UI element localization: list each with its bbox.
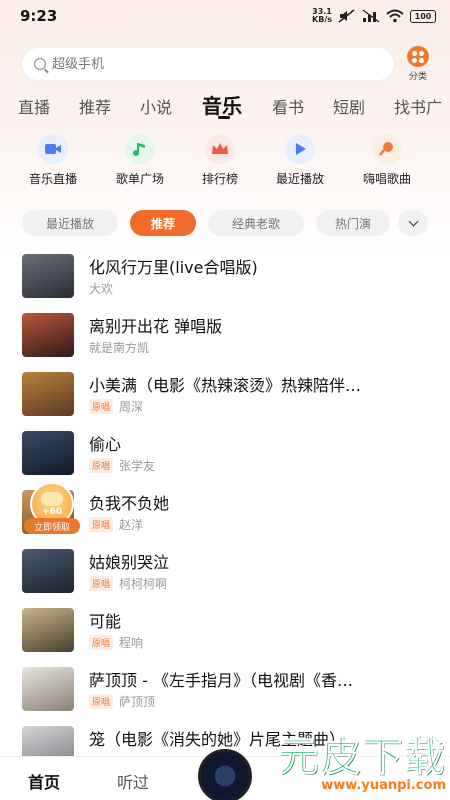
play-icon	[285, 134, 315, 164]
tab-read[interactable]: 看书	[272, 94, 304, 118]
chip-classic-oldies[interactable]: 经典老歌	[208, 210, 304, 236]
search-box[interactable]	[22, 48, 394, 80]
original-badge: 原唱	[89, 458, 114, 473]
watermark-url: www.yuanpi.com	[321, 778, 446, 793]
filter-chips: 最近播放 推荐 经典老歌 热门演	[0, 210, 450, 238]
tab-music[interactable]: 音乐	[202, 90, 242, 119]
original-badge: 原唱	[89, 635, 114, 650]
song-artist: 程响	[119, 636, 144, 650]
song-artist: 赵洋	[119, 518, 144, 532]
music-note-icon	[125, 134, 155, 164]
song-artist: 就是南方凯	[89, 341, 150, 355]
status-indicators: 33.1 KB/s 100	[312, 8, 436, 24]
battery-icon: 100	[410, 9, 436, 23]
song-cover	[22, 372, 74, 416]
coin-reward-widget[interactable]: +60 立即领取	[24, 482, 82, 536]
chip-hot-performance[interactable]: 热门演	[316, 210, 390, 236]
song-cover	[22, 313, 74, 357]
quick-sing-songs[interactable]: 嗨唱歌曲	[342, 134, 432, 187]
song-row[interactable]: 化风行万里(live合唱版) 大欢	[0, 252, 450, 302]
quick-recent-play[interactable]: 最近播放	[255, 134, 345, 187]
quick-entries: 音乐直播 歌单广场 排行榜 最近播放 嗨唱歌曲	[0, 134, 450, 190]
original-badge: 原唱	[89, 399, 114, 414]
wifi-icon	[386, 9, 404, 23]
category-label: 分类	[408, 72, 427, 82]
song-row[interactable]: 小美满（电影《热辣滚烫》热辣陪伴… 原唱 周深	[0, 370, 450, 420]
signal-icon	[362, 9, 380, 23]
original-badge: 原唱	[89, 694, 114, 709]
song-cover	[22, 667, 74, 711]
song-title: 偷心	[89, 435, 122, 454]
claim-now-button[interactable]: 立即领取	[24, 518, 80, 534]
song-artist: 张学友	[119, 459, 156, 473]
category-button[interactable]: 分类	[403, 46, 433, 82]
song-artist: 周深	[119, 400, 144, 414]
quick-music-live[interactable]: 音乐直播	[8, 134, 98, 187]
quick-playlist-square[interactable]: 歌单广场	[95, 134, 185, 187]
tab-novel[interactable]: 小说	[140, 94, 172, 118]
original-badge: 原唱	[89, 517, 114, 532]
tab-short-drama[interactable]: 短剧	[333, 94, 365, 118]
search-row: 分类	[0, 46, 450, 82]
tab-find-book[interactable]: 找书广	[394, 94, 442, 118]
song-title: 负我不负她	[89, 494, 170, 513]
microphone-icon	[372, 134, 402, 164]
chip-recent-play[interactable]: 最近播放	[22, 210, 118, 236]
song-artist: 大欢	[89, 282, 114, 296]
nav-home[interactable]: 首页	[28, 769, 60, 793]
song-artist: 柯柯柯啊	[119, 577, 168, 591]
song-title: 可能	[89, 612, 122, 631]
status-bar: 9:23 33.1 KB/s 100	[0, 0, 450, 32]
song-row[interactable]: 离别开出花 弹唱版 就是南方凯	[0, 311, 450, 361]
song-title: 离别开出花 弹唱版	[89, 317, 223, 336]
song-row[interactable]: 萨顶顶 - 《左手指月》（电视剧《香… 原唱 萨顶顶	[0, 665, 450, 715]
network-speed: 33.1 KB/s	[312, 7, 332, 24]
active-tab-indicator	[218, 116, 230, 119]
coin-amount: +60	[41, 506, 63, 517]
song-row[interactable]: 偷心 原唱 张学友	[0, 429, 450, 479]
song-title: 小美满（电影《热辣滚烫》热辣陪伴…	[89, 376, 362, 395]
song-title: 萨顶顶 - 《左手指月》（电视剧《香…	[89, 671, 353, 690]
song-cover	[22, 608, 74, 652]
watermark-logo: 元皮下载 www.yuanpi.com	[266, 724, 447, 796]
status-time: 9:23	[20, 7, 58, 25]
quick-charts[interactable]: 排行榜	[175, 134, 265, 187]
watermark-text: 元皮下载	[278, 734, 446, 781]
search-input[interactable]	[52, 56, 352, 72]
song-cover	[22, 254, 74, 298]
song-cover	[22, 431, 74, 475]
song-row[interactable]: 可能 原唱 程响	[0, 606, 450, 656]
search-icon	[34, 58, 46, 70]
top-tabs: 直播 推荐 小说 音乐 看书 短剧 找书广	[0, 88, 450, 122]
tab-recommend[interactable]: 推荐	[79, 94, 111, 118]
now-playing-disc[interactable]	[198, 749, 252, 800]
song-row[interactable]: 姑娘别哭泣 原唱 柯柯柯啊	[0, 547, 450, 597]
song-title: 化风行万里(live合唱版)	[89, 258, 258, 277]
chevron-down-icon[interactable]	[398, 210, 428, 236]
song-title: 姑娘别哭泣	[89, 553, 170, 572]
video-camera-icon	[38, 134, 68, 164]
song-cover	[22, 549, 74, 593]
crown-icon	[205, 134, 235, 164]
mute-icon	[338, 9, 355, 23]
song-artist: 萨顶顶	[119, 695, 156, 709]
chip-recommend[interactable]: 推荐	[130, 210, 196, 236]
tab-live[interactable]: 直播	[18, 94, 50, 118]
original-badge: 原唱	[89, 576, 114, 591]
grid-icon	[407, 46, 429, 67]
nav-listened[interactable]: 听过	[117, 769, 149, 793]
